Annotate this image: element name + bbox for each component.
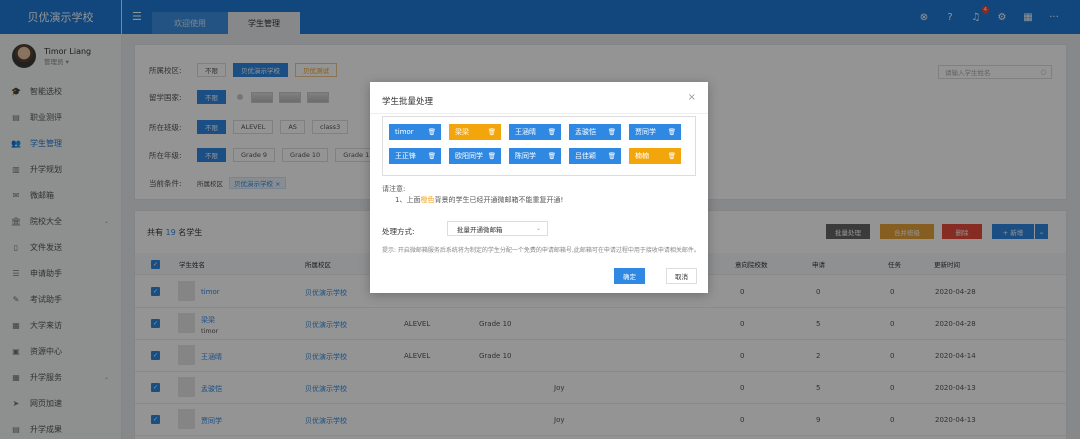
student-tag-label: 吕佳颖 <box>575 152 596 160</box>
trash-icon[interactable]: 🗑 <box>488 128 496 136</box>
student-tag-label: 陈同学 <box>515 152 536 160</box>
confirm-button[interactable]: 确定 <box>614 268 645 284</box>
student-tag-label: 楠楠 <box>635 152 649 160</box>
student-tag-label: 贾同学 <box>635 128 656 136</box>
hint-text: 提示: 开启微邮箱服务后系统将为制定的学生分配一个免费的申请邮箱号,此邮箱可在申… <box>382 247 700 254</box>
trash-icon[interactable]: 🗑 <box>548 128 556 136</box>
trash-icon[interactable]: 🗑 <box>608 128 616 136</box>
student-tag: 王涵晴 🗑 <box>509 124 561 140</box>
cancel-button[interactable]: 取消 <box>666 268 697 284</box>
note-title: 请注意: <box>382 185 406 193</box>
batch-process-modal: 学生批量处理 × timor 🗑 梁梁 🗑 王涵晴 🗑 孟骏恺 🗑 贾同学 🗑 王正锋 🗑 欧阳同学 🗑 陈… <box>370 82 708 293</box>
student-tag: 陈同学 🗑 <box>509 148 561 164</box>
student-tag: 贾同学 🗑 <box>629 124 681 140</box>
student-tag-label: timor <box>395 128 414 136</box>
modal-title: 学生批量处理 <box>382 97 434 107</box>
process-select[interactable]: 批量开通微邮箱 ⌄ <box>447 221 548 236</box>
student-tag: 楠楠 🗑 <box>629 148 681 164</box>
student-tag: 吕佳颖 🗑 <box>569 148 621 164</box>
student-tag: 王正锋 🗑 <box>389 148 441 164</box>
close-icon[interactable]: × <box>688 92 696 103</box>
student-tag: 梁梁 🗑 <box>449 124 501 140</box>
student-tag-label: 王涵晴 <box>515 128 536 136</box>
trash-icon[interactable]: 🗑 <box>488 152 496 160</box>
student-tag: timor 🗑 <box>389 124 441 140</box>
note-text: 1、上面橙色背景的学生已经开通微邮箱不能重复开通! <box>395 196 564 204</box>
trash-icon[interactable]: 🗑 <box>428 152 436 160</box>
trash-icon[interactable]: 🗑 <box>428 128 436 136</box>
trash-icon[interactable]: 🗑 <box>668 152 676 160</box>
student-tag: 孟骏恺 🗑 <box>569 124 621 140</box>
trash-icon[interactable]: 🗑 <box>668 128 676 136</box>
selected-students-box: timor 🗑 梁梁 🗑 王涵晴 🗑 孟骏恺 🗑 贾同学 🗑 王正锋 🗑 欧阳同学 🗑 陈同学 🗑 吕佳颖 🗑 楠楠… <box>382 116 696 176</box>
trash-icon[interactable]: 🗑 <box>548 152 556 160</box>
student-tag-label: 王正锋 <box>395 152 416 160</box>
student-tag-label: 梁梁 <box>455 128 469 136</box>
student-tag-label: 欧阳同学 <box>455 152 483 160</box>
process-label: 处理方式: <box>382 227 415 236</box>
chevron-down-icon[interactable]: ⌄ <box>536 225 541 232</box>
process-select-value: 批量开通微邮箱 <box>457 225 503 234</box>
student-tag: 欧阳同学 🗑 <box>449 148 501 164</box>
trash-icon[interactable]: 🗑 <box>608 152 616 160</box>
student-tag-label: 孟骏恺 <box>575 128 596 136</box>
modal-divider <box>370 113 708 114</box>
